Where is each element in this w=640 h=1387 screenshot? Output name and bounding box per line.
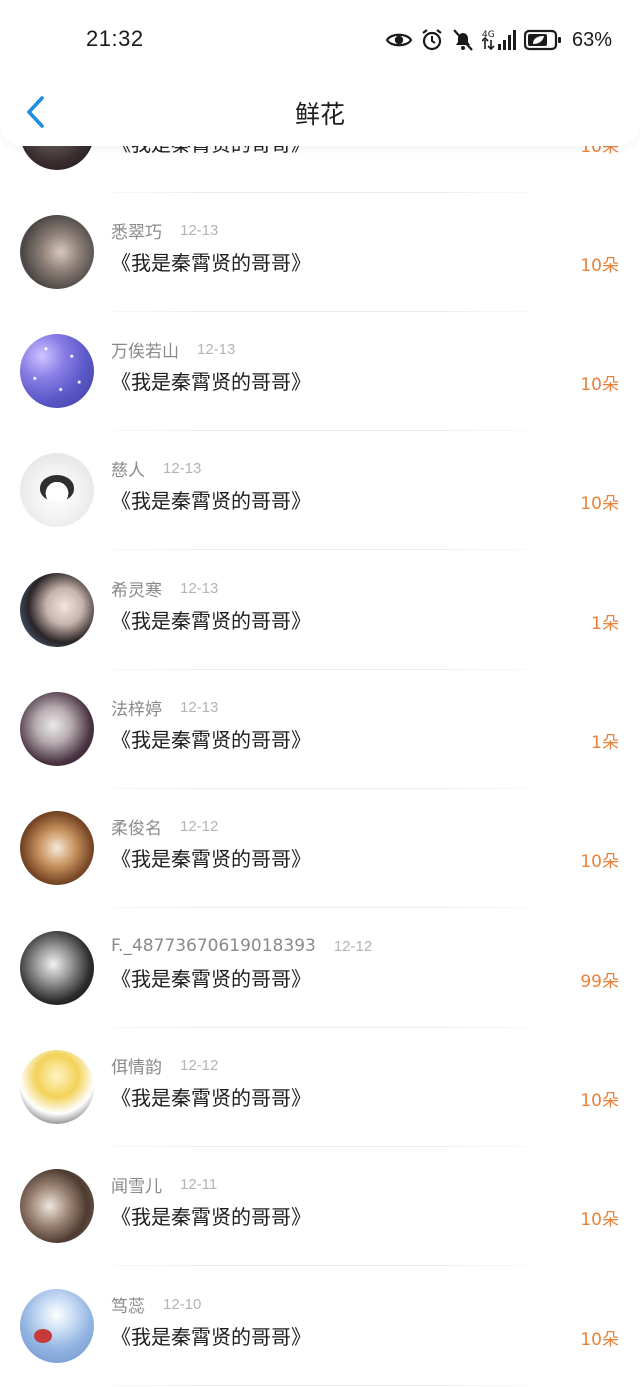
book-title: 《我是秦霄贤的哥哥》 <box>111 728 311 752</box>
divider <box>111 1385 530 1386</box>
list-item-meta: 佴情韵 12-12 <box>111 1053 219 1078</box>
avatar[interactable] <box>20 453 94 527</box>
status-bar: 21:32 4G 63% <box>0 0 640 80</box>
gift-date: 12-12 <box>180 817 219 835</box>
list-item[interactable]: 万俟若山 12-13 《我是秦霄贤的哥哥》 10朵 <box>0 312 640 431</box>
gift-date: 12-12 <box>180 1056 219 1074</box>
book-title: 《我是秦霄贤的哥哥》 <box>111 1086 311 1110</box>
gift-date: 12-13 <box>180 221 219 239</box>
flower-count: 10朵 <box>580 494 619 514</box>
book-title: 《我是秦霄贤的哥哥》 <box>111 967 311 991</box>
list-item[interactable]: 悉翠巧 12-13 《我是秦霄贤的哥哥》 10朵 <box>0 193 640 312</box>
avatar[interactable] <box>20 215 94 289</box>
list-item[interactable]: 慈人 12-13 《我是秦霄贤的哥哥》 10朵 <box>0 431 640 550</box>
user-name: 柔俊名 <box>111 818 162 839</box>
user-name: 希灵寒 <box>111 580 162 601</box>
book-title: 《我是秦霄贤的哥哥》 <box>111 251 311 275</box>
flower-count: 1朵 <box>591 614 619 634</box>
list-item-meta: 希灵寒 12-13 <box>111 576 219 601</box>
avatar[interactable] <box>20 931 94 1005</box>
user-name: 佴情韵 <box>111 1057 162 1078</box>
book-title: 《我是秦霄贤的哥哥》 <box>111 609 311 633</box>
gift-date: 12-13 <box>197 340 236 358</box>
eye-icon <box>385 31 412 49</box>
clock: 21:32 <box>86 26 144 51</box>
gift-date: 12-13 <box>163 459 202 477</box>
list-item[interactable]: 法梓婷 12-13 《我是秦霄贤的哥哥》 1朵 <box>0 670 640 789</box>
user-name: 万俟若山 <box>111 341 179 362</box>
list-item-meta: 闻雪儿 12-11 <box>111 1172 218 1197</box>
user-name: 悉翠巧 <box>111 222 162 243</box>
mute-bell-icon <box>452 28 474 52</box>
list-item[interactable]: 笃蕊 12-10 《我是秦霄贤的哥哥》 10朵 <box>0 1267 640 1386</box>
gift-date: 12-10 <box>163 1295 202 1313</box>
book-title: 《我是秦霄贤的哥哥》 <box>111 1325 311 1349</box>
battery-icon <box>523 29 562 51</box>
top-bar: 21:32 4G 63% 鲜花 <box>0 0 640 146</box>
signal-icon: 4G <box>481 28 516 52</box>
list-item-meta: 笃蕊 12-10 <box>111 1292 202 1317</box>
list-item-meta: F._48773670619018393 12-12 <box>111 934 372 958</box>
user-name: 闻雪儿 <box>111 1176 162 1197</box>
list-item-meta: 法梓婷 12-13 <box>111 695 219 720</box>
list-item-meta: 悉翠巧 12-13 <box>111 218 219 243</box>
book-title: 《我是秦霄贤的哥哥》 <box>111 847 311 871</box>
avatar[interactable] <box>20 1050 94 1124</box>
list-item[interactable]: 闻雪儿 12-11 《我是秦霄贤的哥哥》 10朵 <box>0 1147 640 1266</box>
list-item-meta: 柔俊名 12-12 <box>111 814 219 839</box>
flower-count: 99朵 <box>580 972 619 992</box>
page-title: 鲜花 <box>294 100 345 129</box>
list-item[interactable]: F._48773670619018393 12-12 《我是秦霄贤的哥哥》 99… <box>0 909 640 1028</box>
avatar[interactable] <box>20 811 94 885</box>
list-item-meta: 万俟若山 12-13 <box>111 337 236 362</box>
list-item-meta: 慈人 12-13 <box>111 456 202 481</box>
flower-count: 10朵 <box>580 852 619 872</box>
status-icons: 4G 63% <box>385 26 612 54</box>
list-item[interactable]: 佴情韵 12-12 《我是秦霄贤的哥哥》 10朵 <box>0 1028 640 1147</box>
list-item[interactable]: 柔俊名 12-12 《我是秦霄贤的哥哥》 10朵 <box>0 789 640 908</box>
divider <box>111 549 530 550</box>
divider <box>111 907 530 908</box>
avatar[interactable] <box>20 1289 94 1363</box>
avatar[interactable] <box>20 573 94 647</box>
alarm-icon <box>420 28 444 52</box>
flower-count: 10朵 <box>580 375 619 395</box>
user-name: 慈人 <box>111 460 145 481</box>
user-name: 法梓婷 <box>111 699 162 720</box>
avatar[interactable] <box>20 692 94 766</box>
user-name: F._48773670619018393 <box>111 936 316 956</box>
user-name: 笃蕊 <box>111 1296 145 1317</box>
flower-count: 10朵 <box>580 1091 619 1111</box>
gift-date: 12-11 <box>180 1175 218 1193</box>
divider <box>111 1265 530 1266</box>
gift-date: 12-12 <box>333 937 373 955</box>
list-item[interactable]: 希灵寒 12-13 《我是秦霄贤的哥哥》 1朵 <box>0 551 640 670</box>
gift-date: 12-13 <box>180 698 219 716</box>
flower-count: 10朵 <box>580 1210 619 1230</box>
book-title: 《我是秦霄贤的哥哥》 <box>111 370 311 394</box>
book-title: 《我是秦霄贤的哥哥》 <box>111 489 311 513</box>
flower-count: 1朵 <box>591 733 619 753</box>
book-title: 《我是秦霄贤的哥哥》 <box>111 1205 311 1229</box>
flower-count: 10朵 <box>580 1330 619 1350</box>
avatar[interactable] <box>20 334 94 408</box>
battery-percent: 63% <box>571 28 612 51</box>
gift-date: 12-13 <box>180 579 219 597</box>
avatar[interactable] <box>20 1169 94 1243</box>
flower-count: 10朵 <box>580 256 619 276</box>
